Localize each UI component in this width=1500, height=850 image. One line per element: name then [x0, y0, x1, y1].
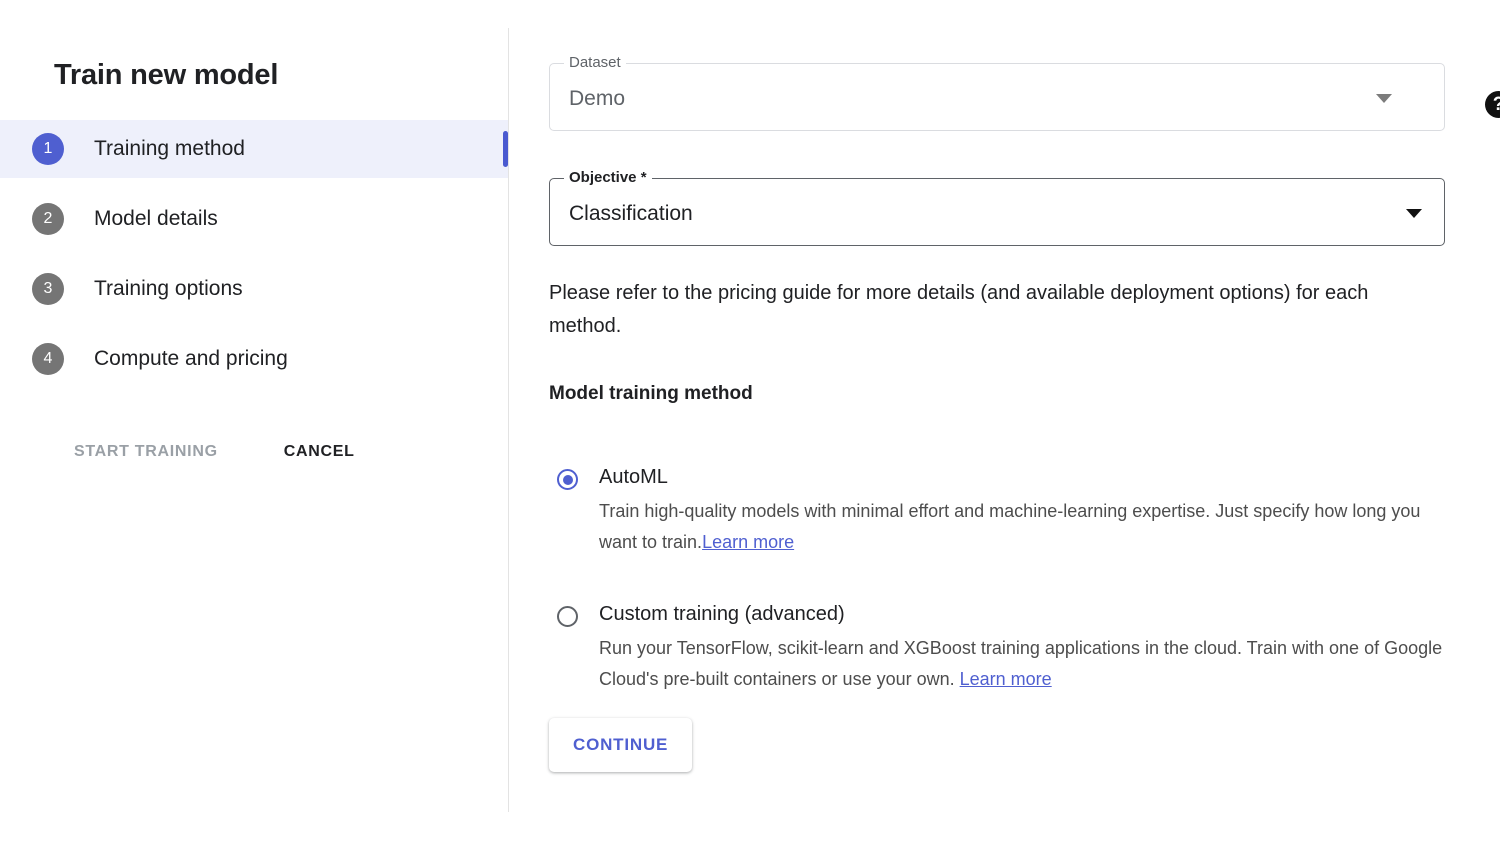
radio-option-automl[interactable]: AutoML Train high-quality models with mi… — [549, 463, 1449, 558]
wizard-step-list: 1 Training method 2 Model details 3 Trai… — [0, 120, 508, 400]
radio-label-automl: AutoML — [599, 466, 668, 488]
sidebar-item-model-details[interactable]: 2 Model details — [0, 190, 508, 248]
radio-label-custom-training: Custom training (advanced) — [599, 603, 845, 625]
dataset-select[interactable]: Dataset Demo — [549, 54, 1445, 131]
help-icon[interactable]: ? — [1485, 91, 1500, 118]
objective-value: Classification — [569, 202, 693, 225]
step-number-badge: 2 — [32, 203, 64, 235]
radio-description-custom-training: Run your TensorFlow, scikit-learn and XG… — [599, 633, 1459, 695]
page-title: Train new model — [54, 59, 279, 91]
wizard-sidebar: Train new model 1 Training method 2 Mode… — [0, 0, 508, 850]
start-training-button[interactable]: START TRAINING — [60, 433, 232, 471]
learn-more-link[interactable]: Learn more — [702, 532, 794, 552]
step-number-badge: 1 — [32, 133, 64, 165]
sidebar-item-label: Compute and pricing — [94, 347, 288, 370]
radio-button-custom-training[interactable] — [557, 606, 578, 627]
radio-description-automl: Train high-quality models with minimal e… — [599, 496, 1459, 558]
sidebar-action-bar: START TRAINING CANCEL — [60, 433, 369, 471]
step-number-badge: 4 — [32, 343, 64, 375]
training-method-panel: Dataset Demo ? Objective * Classificatio… — [509, 0, 1500, 850]
sidebar-item-label: Training method — [94, 137, 245, 160]
dataset-label: Dataset — [564, 54, 626, 72]
cancel-button[interactable]: CANCEL — [270, 433, 369, 471]
radio-option-custom-training[interactable]: Custom training (advanced) Run your Tens… — [549, 600, 1449, 695]
sidebar-item-compute-and-pricing[interactable]: 4 Compute and pricing — [0, 330, 508, 388]
pricing-guide-note: Please refer to the pricing guide for mo… — [549, 282, 1369, 337]
train-new-model-page: Train new model 1 Training method 2 Mode… — [0, 0, 1500, 850]
step-number-badge: 3 — [32, 273, 64, 305]
objective-label: Objective * — [564, 169, 652, 187]
chevron-down-icon[interactable] — [1376, 94, 1392, 103]
sidebar-item-training-options[interactable]: 3 Training options — [0, 260, 508, 318]
dataset-value: Demo — [569, 87, 626, 110]
help-icon-glyph: ? — [1493, 95, 1500, 114]
sidebar-item-training-method[interactable]: 1 Training method — [0, 120, 508, 178]
chevron-down-icon[interactable] — [1406, 209, 1422, 218]
model-training-method-heading: Model training method — [549, 383, 753, 404]
sidebar-item-label: Training options — [94, 277, 243, 300]
continue-button[interactable]: CONTINUE — [549, 718, 693, 772]
objective-select[interactable]: Objective * Classification — [549, 169, 1445, 246]
radio-button-automl[interactable] — [557, 469, 578, 490]
learn-more-link[interactable]: Learn more — [960, 669, 1052, 689]
sidebar-item-label: Model details — [94, 207, 218, 230]
